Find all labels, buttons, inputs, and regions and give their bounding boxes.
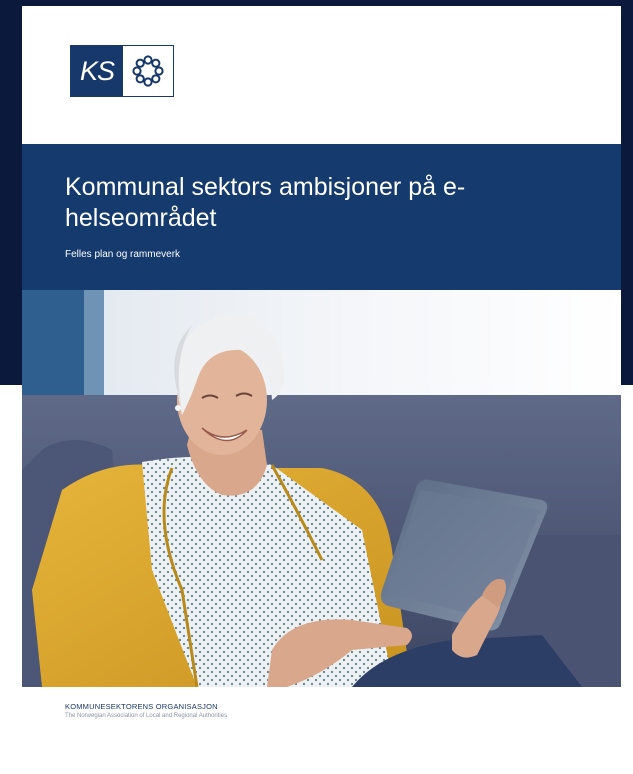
cover-subtitle: Felles plan og rammeverk [65,249,181,260]
cover-title: Kommunal sektors ambisjoner på e-helseom… [65,173,466,232]
logo-text: KS [71,46,123,96]
ks-logo: KS [70,45,174,97]
chain-ring-icon [123,46,173,96]
organization-name: KOMMUNESEKTORENS ORGANISASJON [65,702,218,711]
elderly-woman-with-tablet-image [22,290,621,687]
organization-name-english: The Norwegian Association of Local and R… [65,713,228,719]
report-cover: KS Kommunal sektors ambisjoner på e-hels… [22,6,621,774]
title-band: Kommunal sektors ambisjoner på e-helseom… [22,144,621,290]
